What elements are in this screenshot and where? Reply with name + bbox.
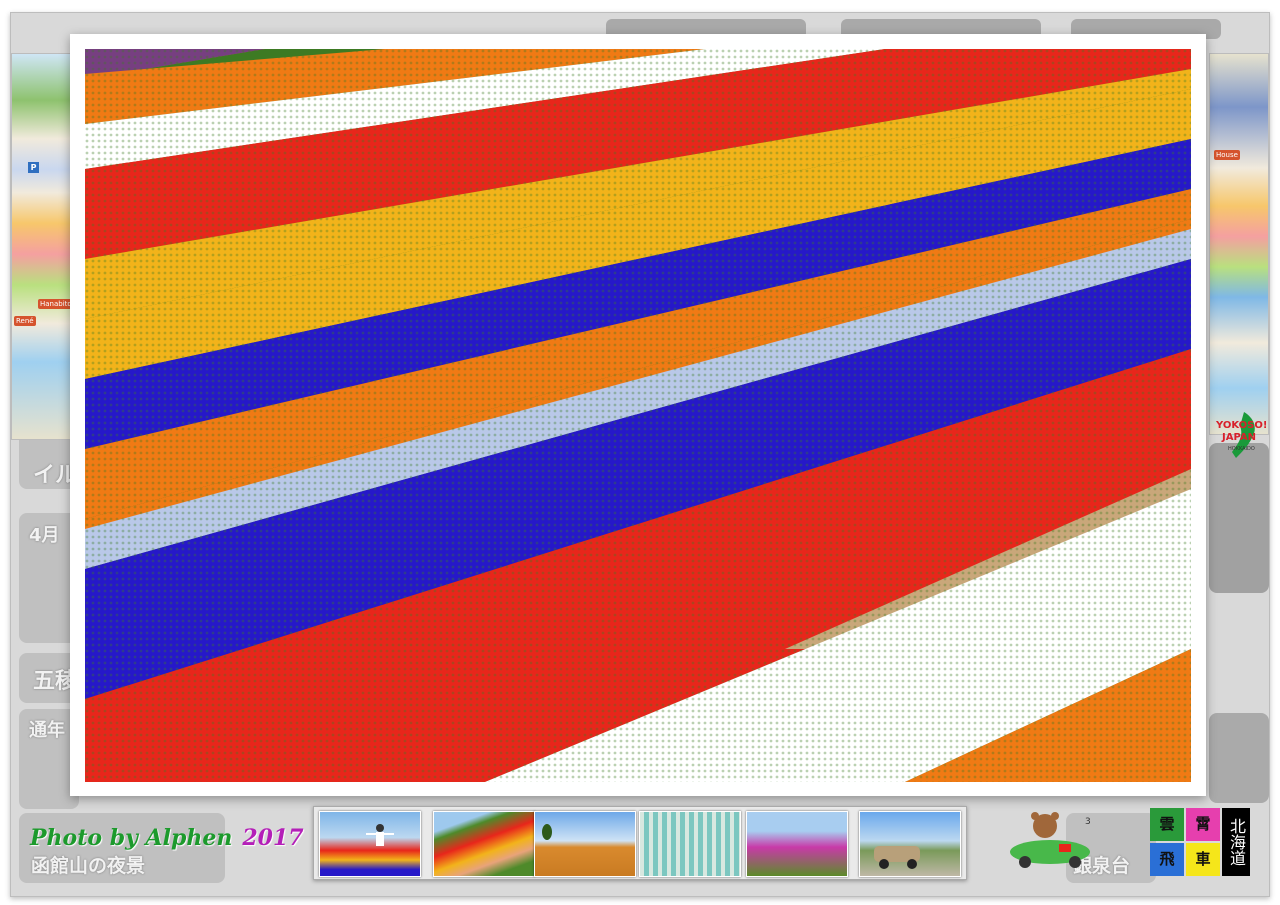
yokoso-text: YOKOSO! [1215, 420, 1266, 431]
thumb-lupine-flowers[interactable] [746, 811, 848, 877]
logo-cell: 飛 [1150, 843, 1184, 876]
hokkaido-logo: 北海道 [1222, 808, 1250, 876]
yokoso-japan-logo: YOKOSO! JAPAN HOKKAIDO [1215, 412, 1266, 458]
unshou-hisha-logo: 雲 霄 飛 車 [1150, 808, 1220, 876]
map-tag: House [1214, 150, 1240, 160]
flower-field-photo [85, 49, 1191, 782]
bg-card [1209, 713, 1269, 803]
park-map-left: P Hanabito René [11, 53, 71, 440]
car-icon [874, 846, 920, 869]
photo-credit: Photo by Alphen 2017 [30, 825, 304, 851]
bg-card [1209, 443, 1269, 593]
bg-card-label: 通年 [29, 720, 65, 741]
thumb-car-on-road[interactable] [859, 811, 961, 877]
credit-year: 2017 [242, 825, 304, 851]
thumb-wheat-field-tree[interactable] [534, 811, 636, 877]
logo-cell: 霄 [1186, 808, 1220, 841]
thumb-person-flower-field[interactable] [319, 811, 421, 877]
svg-text:JAPAN: JAPAN [1221, 432, 1256, 443]
map-tag: Hanabito [38, 299, 70, 309]
parking-sign: P [28, 162, 39, 173]
thumb-blue-pond[interactable] [639, 811, 741, 877]
bg-card-label: 4月 [29, 525, 60, 546]
map-tag: René [14, 316, 36, 326]
thumbnail-strip [313, 806, 967, 880]
thumb-patchwork-fields[interactable] [433, 811, 535, 877]
main-photo-frame [70, 34, 1206, 796]
logo-cell: 車 [1186, 843, 1220, 876]
park-map-right: House [1209, 53, 1269, 435]
person-icon [366, 824, 394, 846]
yokoso-sub: HOKKAIDO [1228, 446, 1255, 452]
bg-card-label: 函館山の夜景 [31, 855, 146, 877]
logo-cell: 雲 [1150, 808, 1184, 841]
bear-car-mascot-icon: 3 [1010, 812, 1091, 868]
credit-author: Photo by Alphen [30, 825, 233, 851]
tree-icon [542, 824, 552, 840]
mascot-number: 3 [1085, 817, 1091, 827]
